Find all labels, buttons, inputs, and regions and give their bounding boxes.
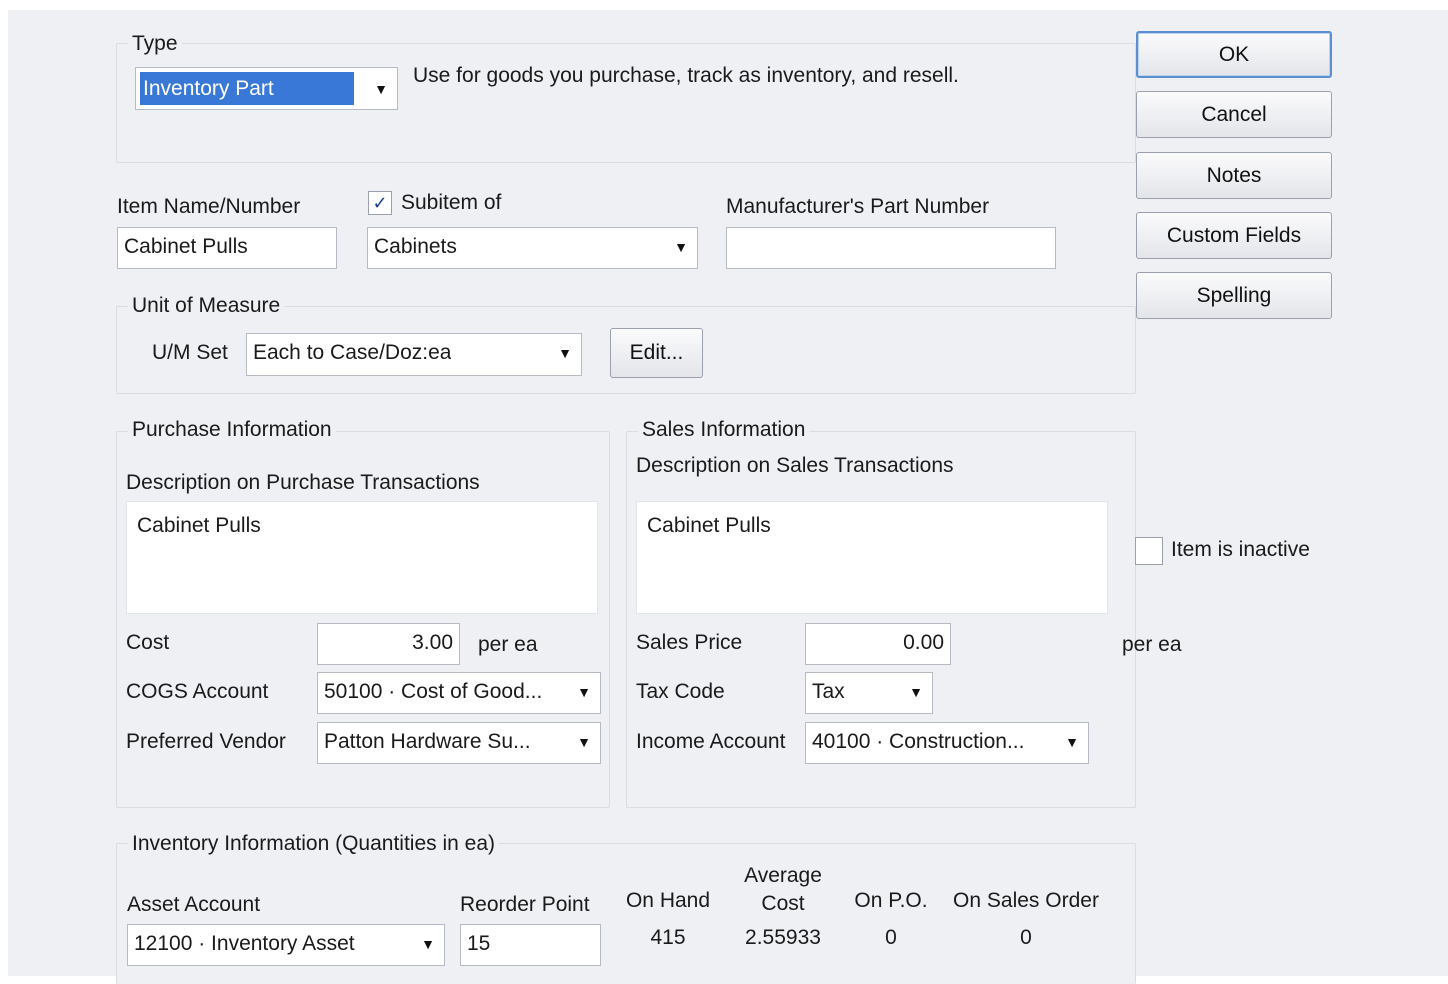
item-name-input[interactable]: Cabinet Pulls	[117, 227, 337, 269]
reorder-point-input[interactable]: 15	[460, 924, 601, 966]
chevron-down-icon[interactable]: ▼	[369, 76, 393, 102]
average-cost-value: 2.55933	[745, 926, 821, 949]
checkmark-icon: ✓	[372, 192, 388, 213]
type-selected-value: Inventory Part	[139, 71, 355, 106]
inventory-info-label: Inventory Information (Quantities in ea)	[128, 832, 500, 856]
on-hand-value: 415	[650, 926, 686, 949]
purchase-info-label: Purchase Information	[128, 418, 336, 442]
sales-info-label: Sales Information	[638, 418, 810, 442]
cogs-account-value: 50100 · Cost of Good...	[324, 680, 543, 703]
mfr-part-number-input[interactable]	[726, 227, 1056, 269]
sales-price-input[interactable]: 0.00	[805, 623, 951, 665]
on-sales-order-value: 0	[1020, 926, 1032, 949]
average-cost-label-line2: Cost	[761, 892, 805, 915]
cost-unit-label: per ea	[478, 633, 538, 656]
type-description: Use for goods you purchase, track as inv…	[413, 64, 959, 87]
chevron-down-icon[interactable]: ▼	[553, 340, 577, 366]
asset-account-value: 12100 · Inventory Asset	[134, 932, 355, 955]
income-account-label: Income Account	[636, 730, 786, 753]
um-set-dropdown[interactable]: Each to Case/Doz:ea ▼	[246, 333, 582, 376]
purchase-desc-label: Description on Purchase Transactions	[126, 471, 480, 494]
unit-of-measure-label: Unit of Measure	[128, 294, 285, 318]
sales-price-label: Sales Price	[636, 631, 743, 654]
preferred-vendor-dropdown[interactable]: Patton Hardware Su... ▼	[317, 722, 601, 764]
on-po-label: On P.O.	[854, 889, 928, 912]
sales-desc-label: Description on Sales Transactions	[636, 454, 954, 477]
ok-button[interactable]: OK	[1136, 31, 1332, 78]
preferred-vendor-value: Patton Hardware Su...	[324, 730, 531, 753]
tax-code-value: Tax	[812, 680, 845, 703]
income-account-dropdown[interactable]: 40100 · Construction... ▼	[805, 722, 1089, 764]
purchase-description-textarea[interactable]: Cabinet Pulls	[126, 501, 598, 614]
um-set-label: U/M Set	[152, 341, 228, 364]
subitem-label[interactable]: Subitem of	[401, 191, 501, 215]
sales-description-textarea[interactable]: Cabinet Pulls	[636, 501, 1108, 614]
average-cost-label-line1: Average	[744, 864, 822, 887]
chevron-down-icon[interactable]: ▼	[416, 931, 440, 957]
chevron-down-icon[interactable]: ▼	[572, 729, 596, 755]
on-po-value: 0	[885, 926, 897, 949]
reorder-point-label: Reorder Point	[460, 893, 590, 916]
preferred-vendor-label: Preferred Vendor	[126, 730, 286, 753]
cogs-account-label: COGS Account	[126, 680, 269, 703]
cogs-account-dropdown[interactable]: 50100 · Cost of Good... ▼	[317, 672, 601, 714]
chevron-down-icon[interactable]: ▼	[669, 234, 693, 260]
um-set-value: Each to Case/Doz:ea	[253, 341, 452, 364]
chevron-down-icon[interactable]: ▼	[904, 679, 928, 705]
edit-um-button[interactable]: Edit...	[610, 328, 703, 378]
new-item-dialog: Type Inventory Part ▼ Use for goods you …	[8, 10, 1448, 984]
on-hand-label: On Hand	[625, 889, 711, 912]
item-name-label: Item Name/Number	[117, 195, 301, 218]
type-dropdown[interactable]: Inventory Part ▼	[135, 67, 398, 110]
chevron-down-icon[interactable]: ▼	[1060, 729, 1084, 755]
mfr-part-number-label: Manufacturer's Part Number	[726, 195, 990, 218]
on-sales-order-label: On Sales Order	[953, 889, 1099, 912]
subitem-dropdown[interactable]: Cabinets ▼	[367, 227, 698, 269]
custom-fields-button[interactable]: Custom Fields	[1136, 212, 1332, 259]
tax-code-dropdown[interactable]: Tax ▼	[805, 672, 933, 714]
sales-price-unit-label: per ea	[1122, 633, 1182, 656]
spelling-button[interactable]: Spelling	[1136, 272, 1332, 319]
income-account-value: 40100 · Construction...	[812, 730, 1025, 753]
item-inactive-checkbox[interactable]	[1135, 537, 1163, 565]
cancel-button[interactable]: Cancel	[1136, 91, 1332, 138]
subitem-value: Cabinets	[374, 235, 457, 258]
cost-label: Cost	[126, 631, 170, 654]
subitem-checkbox[interactable]: ✓	[368, 191, 392, 215]
chevron-down-icon[interactable]: ▼	[572, 679, 596, 705]
notes-button[interactable]: Notes	[1136, 152, 1332, 199]
cost-input[interactable]: 3.00	[317, 623, 460, 665]
tax-code-label: Tax Code	[636, 680, 725, 703]
asset-account-dropdown[interactable]: 12100 · Inventory Asset ▼	[127, 924, 445, 966]
type-group-label: Type	[128, 32, 182, 56]
asset-account-label: Asset Account	[127, 893, 261, 916]
item-inactive-label[interactable]: Item is inactive	[1171, 538, 1310, 562]
